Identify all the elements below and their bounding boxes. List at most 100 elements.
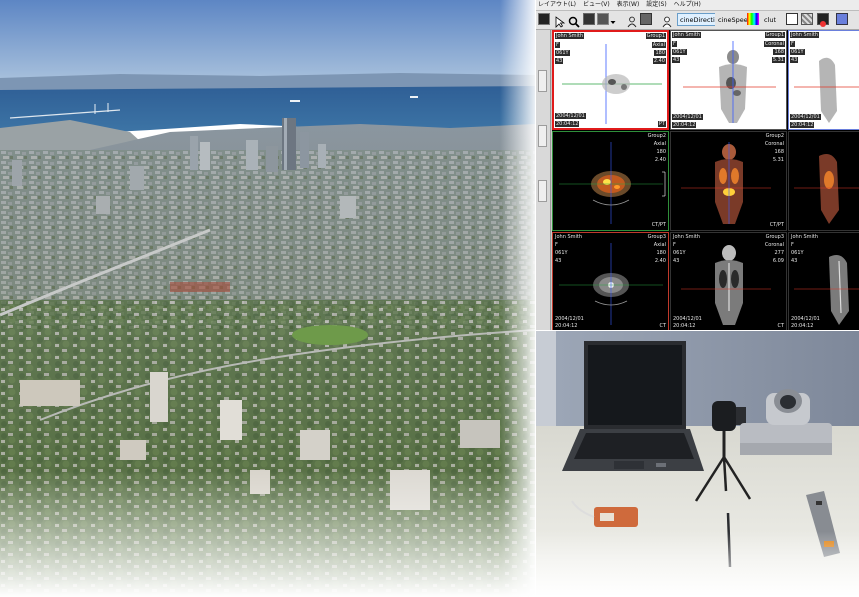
patient-name: John Smith (672, 32, 702, 38)
orientation-label: Axial (651, 42, 666, 48)
modality-label: CT (659, 323, 666, 329)
app-window-icon[interactable] (538, 13, 550, 25)
slice-value: 2.40 (652, 58, 666, 64)
color-palette-icon[interactable] (747, 13, 759, 25)
series-id: 43 (790, 57, 799, 63)
viewport-grid: John Smith F 061Y 43 Group1 Axial 180 2.… (552, 30, 859, 330)
study-time: 20:04:12 (555, 323, 578, 329)
study-time: 20:04:12 (672, 122, 697, 128)
study-date: 2004/12/01 (555, 316, 584, 322)
group-label: Group2 (647, 133, 666, 139)
slice-value: 5.31 (772, 157, 784, 163)
patient-name: John Smith (790, 32, 820, 38)
viewport-3-3[interactable]: John Smith F 061Y 43 2004/12/01 20:04:12 (788, 232, 859, 330)
modality-label: CT/PT (651, 222, 666, 228)
modality-label: CT (777, 323, 784, 329)
window-value: 168 (774, 149, 784, 155)
sidebar-slot[interactable] (538, 125, 547, 147)
patient-age: 061Y (555, 250, 568, 256)
group-label: Group3 (647, 234, 666, 240)
menu-help[interactable]: ヘルプ(H) (672, 0, 704, 10)
pattern-icon[interactable] (801, 13, 813, 25)
patient-sex: F (555, 42, 560, 48)
series-id: 43 (555, 258, 562, 264)
person-dark-icon[interactable] (640, 13, 652, 25)
magnifier-icon[interactable] (568, 13, 580, 28)
orientation-label: Coronal (764, 141, 784, 147)
patient-name: John Smith (555, 234, 583, 240)
sagittal-fused-image (794, 154, 859, 224)
viewport-2-3[interactable] (788, 131, 859, 231)
window-value: 180 (654, 50, 666, 56)
study-date: 2004/12/01 (672, 114, 703, 120)
fullscreen-icon[interactable] (836, 13, 848, 25)
pointer-arrow-icon[interactable] (554, 13, 566, 28)
slice-value: 2.40 (654, 157, 666, 163)
aerial-city-illustration (0, 0, 535, 597)
study-time: 20:04:12 (555, 121, 580, 127)
patient-name: John Smith (673, 234, 701, 240)
viewport-1-1[interactable]: John Smith F 061Y 43 Group1 Axial 180 2.… (552, 30, 669, 130)
medical-image-viewer-window: レイアウト(L) ビュー(V) 表示(W) 設定(S) ヘルプ(H) cineD… (536, 0, 859, 330)
window-value: 168 (773, 49, 785, 55)
viewport-3-1[interactable]: John Smith F 061Y 43 Group3 Axial 180 2.… (552, 232, 669, 330)
menu-settings[interactable]: 設定(S) (644, 0, 670, 10)
patient-age: 061Y (791, 250, 804, 256)
study-date: 2004/12/01 (791, 316, 820, 322)
person-icon[interactable] (626, 13, 638, 28)
study-date: 2004/12/01 (555, 113, 586, 119)
patient-sex: F (791, 242, 794, 248)
clut-button[interactable]: clut (761, 13, 780, 26)
orientation-label: Axial (653, 141, 666, 147)
window-value: 277 (774, 250, 784, 256)
desk-equipment-illustration (536, 331, 859, 597)
group-label: Group1 (645, 33, 666, 39)
window-icon[interactable] (786, 13, 798, 25)
menu-display[interactable]: 表示(W) (615, 0, 643, 10)
invert-icon[interactable] (817, 13, 829, 27)
menu-view[interactable]: ビュー(V) (581, 0, 613, 10)
slice-value: 6.09 (772, 258, 784, 264)
chevron-down-icon[interactable] (610, 13, 616, 25)
patient-age: 061Y (672, 49, 687, 55)
study-date: 2004/12/01 (673, 316, 702, 322)
axial-fused-image (559, 142, 666, 224)
aerial-city-photo (0, 0, 535, 597)
viewport-3-2[interactable]: John Smith F 061Y 43 Group3 Coronal 277 … (670, 232, 787, 330)
study-time: 20:04:12 (791, 323, 814, 329)
patient-sex: F (555, 242, 558, 248)
window-level-icon[interactable] (583, 13, 595, 25)
viewport-1-2[interactable]: John Smith F 061Y 43 Group1 Coronal 168 … (670, 30, 787, 130)
teleconference-equipment-photo (536, 331, 859, 597)
patient-name: John Smith (791, 234, 819, 240)
sidebar-slot[interactable] (538, 70, 547, 92)
sidebar-slot[interactable] (538, 180, 547, 202)
study-time: 20:04:12 (673, 323, 696, 329)
viewport-2-1[interactable]: Group2 Axial 180 2.40 CT/PT (552, 131, 669, 231)
modality-label: PT (657, 121, 666, 127)
series-id: 43 (672, 57, 681, 63)
patient-sex: F (672, 41, 677, 47)
toolbar: cineDirection cineSpeed clut (536, 11, 859, 30)
patient-age: 061Y (790, 49, 805, 55)
thumbnail-sidebar (536, 30, 551, 330)
window-value: 180 (656, 250, 666, 256)
window-value: 180 (656, 149, 666, 155)
patient-name: John Smith (555, 33, 585, 39)
patient-age: 061Y (673, 250, 686, 256)
group-label: Group2 (765, 133, 784, 139)
slice-value: 2.40 (654, 258, 666, 264)
menu-bar: レイアウト(L) ビュー(V) 表示(W) 設定(S) ヘルプ(H) (536, 0, 859, 11)
patient-sex: F (790, 41, 795, 47)
person-outline-icon[interactable] (661, 13, 673, 28)
viewport-2-2[interactable]: Group2 Coronal 168 5.31 CT/PT (670, 131, 787, 231)
orientation-label: Coronal (764, 242, 784, 248)
orientation-label: Axial (653, 242, 666, 248)
menu-layout[interactable]: レイアウト(L) (536, 0, 579, 10)
viewport-1-3[interactable]: John Smith F 061Y 43 2004/12/01 20:04:12 (788, 30, 859, 130)
series-id: 43 (673, 258, 680, 264)
modality-label: CT/PT (769, 222, 784, 228)
slice-value: 5.31 (771, 57, 785, 63)
group-label: Group3 (765, 234, 784, 240)
layout-grid-icon[interactable] (597, 13, 609, 25)
